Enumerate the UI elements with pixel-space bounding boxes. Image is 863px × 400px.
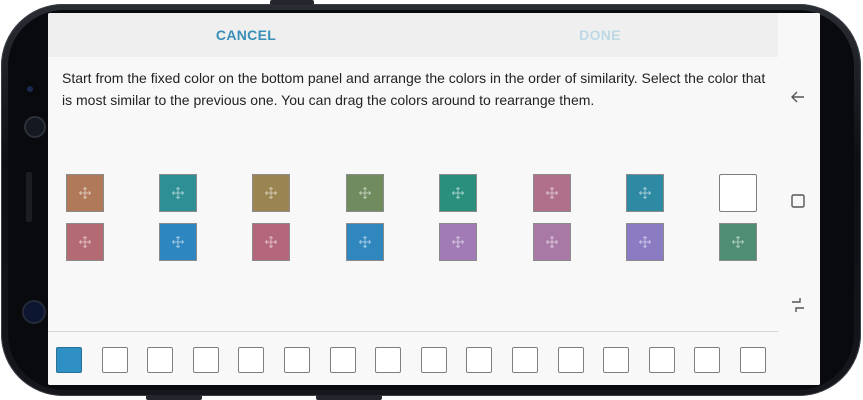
proximity-sensor — [27, 86, 33, 92]
home-icon[interactable] — [788, 191, 808, 211]
answer-slot[interactable] — [557, 347, 584, 373]
earpiece — [26, 172, 32, 222]
drag-handle-icon — [265, 187, 277, 199]
iris-scanner — [22, 300, 46, 324]
recent-apps-icon[interactable] — [788, 295, 808, 315]
bixby-key — [146, 395, 202, 400]
screen: CANCEL DONE Start from the fixed color o… — [48, 13, 820, 385]
drag-handle-icon — [732, 236, 744, 248]
drag-handle-icon — [452, 236, 464, 248]
drag-handle-icon — [172, 187, 184, 199]
color-swatch[interactable] — [252, 174, 290, 212]
drag-handle-icon — [265, 236, 277, 248]
answer-slot[interactable] — [466, 347, 493, 373]
drag-handle-icon — [452, 187, 464, 199]
drag-handle-icon — [546, 187, 558, 199]
color-swatch[interactable] — [346, 174, 384, 212]
instructions-text: Start from the fixed color on the bottom… — [62, 70, 766, 108]
answer-slot[interactable] — [740, 347, 766, 373]
answer-slot[interactable] — [603, 347, 630, 373]
answer-slot[interactable] — [375, 347, 402, 373]
drag-handle-icon — [359, 187, 371, 199]
answer-slot[interactable] — [420, 347, 447, 373]
back-icon[interactable] — [788, 87, 808, 107]
drag-handle-icon — [79, 236, 91, 248]
drag-handle-icon — [639, 187, 651, 199]
color-swatch[interactable] — [719, 223, 757, 261]
color-swatch[interactable] — [626, 174, 664, 212]
cancel-button[interactable]: CANCEL — [186, 13, 306, 57]
color-swatch[interactable] — [439, 223, 477, 261]
answer-slot[interactable] — [694, 347, 721, 373]
navigation-bar — [778, 13, 820, 385]
phone-frame: CANCEL DONE Start from the fixed color o… — [0, 0, 863, 400]
color-swatch[interactable] — [346, 223, 384, 261]
color-swatch[interactable] — [533, 174, 571, 212]
drag-handle-icon — [639, 236, 651, 248]
action-bar: CANCEL DONE — [48, 13, 778, 57]
color-swatch[interactable] — [159, 174, 197, 212]
empty-color-slot[interactable] — [719, 174, 757, 212]
drag-handle-icon — [79, 187, 91, 199]
answer-slot[interactable] — [147, 347, 174, 373]
drag-handle-icon — [359, 236, 371, 248]
front-camera — [24, 116, 46, 138]
drag-handle-icon — [172, 236, 184, 248]
answer-slot[interactable] — [284, 347, 310, 373]
power-key — [316, 395, 382, 400]
color-swatch[interactable] — [159, 223, 197, 261]
answer-slot[interactable] — [648, 347, 675, 373]
color-swatch[interactable] — [66, 174, 104, 212]
answer-slot[interactable] — [238, 347, 265, 373]
color-swatch[interactable] — [533, 223, 571, 261]
drag-handle-icon — [546, 236, 558, 248]
answer-slot[interactable] — [512, 347, 538, 373]
color-swatch[interactable] — [626, 223, 664, 261]
fixed-color-slot[interactable] — [56, 347, 82, 373]
color-swatch[interactable] — [439, 174, 477, 212]
color-swatch[interactable] — [252, 223, 290, 261]
color-swatch[interactable] — [66, 223, 104, 261]
answer-slot[interactable] — [192, 347, 219, 373]
answer-slot[interactable] — [329, 347, 356, 373]
volume-key — [270, 0, 314, 5]
done-button[interactable]: DONE — [540, 13, 660, 57]
answer-slot[interactable] — [101, 347, 128, 373]
